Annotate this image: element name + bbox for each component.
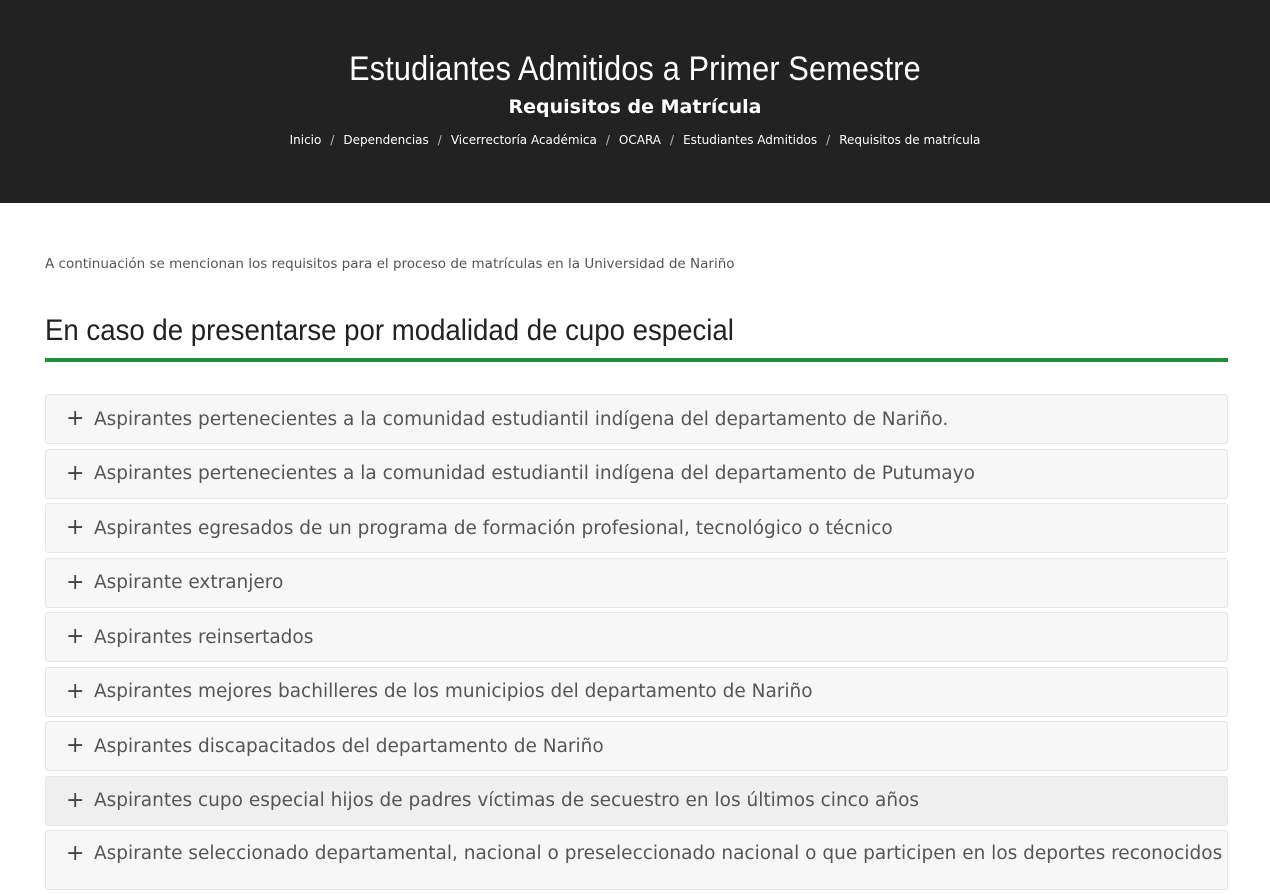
- page-subtitle: Requisitos de Matrícula: [508, 96, 762, 118]
- breadcrumb-separator: /: [826, 133, 831, 147]
- plus-icon: +: [66, 841, 85, 866]
- breadcrumb: Inicio / Dependencias / Vicerrectoría Ac…: [0, 133, 1270, 147]
- breadcrumb-dependencias[interactable]: Dependencias: [343, 133, 428, 147]
- accordion-item-reinsertados[interactable]: + Aspirantes reinsertados: [45, 612, 1228, 662]
- page-title: Estudiantes Admitidos a Primer Semestre: [349, 50, 921, 88]
- breadcrumb-vicerrectoria[interactable]: Vicerrectoría Académica: [451, 133, 597, 147]
- plus-icon: +: [66, 733, 85, 758]
- accordion-item-label: Aspirantes pertenecientes a la comunidad…: [94, 408, 949, 430]
- breadcrumb-estudiantes-admitidos[interactable]: Estudiantes Admitidos: [683, 133, 817, 147]
- breadcrumb-separator: /: [437, 133, 442, 147]
- accordion-item-egresados[interactable]: + Aspirantes egresados de un programa de…: [45, 503, 1228, 553]
- accordion: + Aspirantes pertenecientes a la comunid…: [45, 394, 1228, 895]
- accordion-item-label: Aspirante extranjero: [94, 572, 284, 593]
- plus-icon: +: [66, 787, 85, 813]
- accordion-item-extranjero[interactable]: + Aspirante extranjero: [45, 557, 1228, 608]
- breadcrumb-separator: /: [670, 133, 675, 147]
- page-header: Estudiantes Admitidos a Primer Semestre …: [0, 0, 1270, 203]
- plus-icon: +: [66, 678, 85, 704]
- section-title-text: En caso de presentarse por modalidad de …: [45, 314, 734, 347]
- breadcrumb-separator: /: [605, 133, 610, 147]
- accordion-item-discapacitados[interactable]: + Aspirantes discapacitados del departam…: [45, 721, 1228, 771]
- accordion-item-label: Aspirantes mejores bachilleres de los mu…: [94, 681, 813, 702]
- accordion-item-label: Aspirantes cupo especial hijos de padres…: [94, 790, 920, 811]
- plus-icon: +: [66, 569, 85, 595]
- plus-icon: +: [66, 460, 85, 486]
- accordion-item-victimas-secuestro[interactable]: + Aspirantes cupo especial hijos de padr…: [45, 775, 1228, 826]
- accordion-item-label: Aspirantes discapacitados del departamen…: [94, 735, 604, 757]
- breadcrumb-inicio[interactable]: Inicio: [290, 133, 322, 147]
- plus-icon: +: [66, 515, 85, 540]
- accordion-item-label: Aspirantes pertenecientes a la comunidad…: [94, 463, 975, 484]
- accordion-item-deportistas[interactable]: + Aspirante seleccionado departamental, …: [45, 830, 1228, 890]
- accordion-item-indigena-narino[interactable]: + Aspirantes pertenecientes a la comunid…: [45, 394, 1228, 444]
- accordion-item-label: Aspirante seleccionado departamental, na…: [94, 843, 1228, 864]
- intro-text: A continuación se mencionan los requisit…: [45, 256, 735, 272]
- accordion-item-mejores-bachilleres[interactable]: + Aspirantes mejores bachilleres de los …: [45, 666, 1228, 717]
- accordion-item-label: Aspirantes egresados de un programa de f…: [94, 517, 893, 539]
- breadcrumb-separator: /: [330, 133, 335, 147]
- plus-icon: +: [66, 406, 85, 431]
- section-title: En caso de presentarse por modalidad de …: [45, 314, 1228, 362]
- accordion-item-indigena-putumayo[interactable]: + Aspirantes pertenecientes a la comunid…: [45, 448, 1228, 499]
- plus-icon: +: [66, 624, 85, 649]
- accordion-item-label: Aspirantes reinsertados: [94, 626, 314, 648]
- breadcrumb-ocara[interactable]: OCARA: [619, 133, 661, 147]
- breadcrumb-current: Requisitos de matrícula: [839, 133, 981, 147]
